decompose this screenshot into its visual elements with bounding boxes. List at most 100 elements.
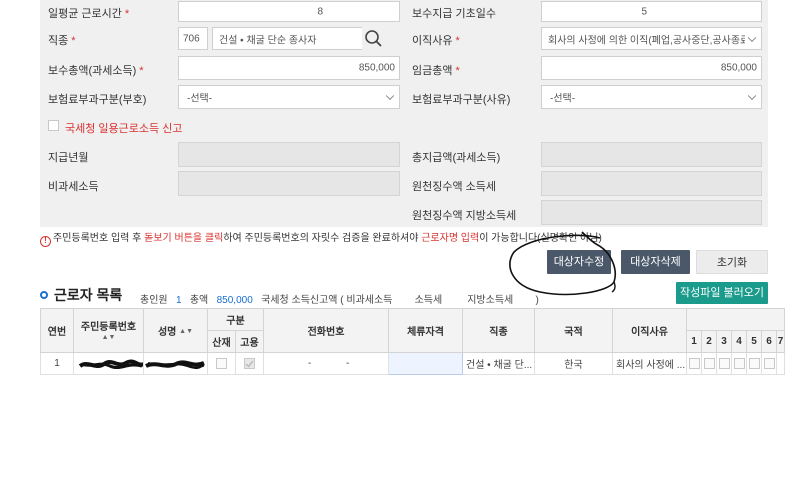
form-row-insurance: 보험료부과구분(부호) -선택- 보험료부과구분(사유) -선택- [40,82,768,111]
insurance-charge-reason-label: 보험료부과구분(사유) [412,94,511,106]
total-payment-label: 총지급액(과세소득) [412,152,501,164]
day-checkbox[interactable] [748,357,760,369]
day-checkbox[interactable] [763,357,775,369]
job-search-button[interactable] [362,27,386,50]
cell-day [761,352,777,375]
col-header-rrn[interactable]: 주민등록번호▲▼ [73,308,144,353]
delete-target-button[interactable]: 대상자삭제 [621,250,690,274]
form-row-job: 직종 * 706 건설 • 채굴 단순 종사자 이직사유 * 회사의 사정에 의한 … [40,24,768,53]
job-name-input[interactable]: 건설 • 채굴 단순 종사자 [212,27,362,50]
total-wage-input[interactable]: 850,000 [541,56,762,80]
col-header-job: 직종 [462,308,535,353]
total-wage-label: 임금총액 * [412,65,460,77]
job-type-label: 직종 * [48,35,76,47]
leave-reason-label: 이직사유 * [412,35,460,47]
col-header-category: 구분 [207,308,264,331]
load-file-button[interactable]: 작성파일 불러오기 [676,282,768,304]
cell-no: 1 [40,352,74,375]
total-payment-input[interactable] [541,142,762,167]
col-header-day: 6 [761,330,777,353]
cell-leave-reason: 회사의 사정에 ... [612,352,687,375]
worker-table: 연번 주민등록번호▲▼ 성명 ▲▼ 구분 전화번호 체류자격 직종 국적 이직사… [40,308,785,375]
pay-base-days-label: 보수지급 기초일수 [412,8,497,20]
sort-icon: ▲▼ [101,333,116,341]
cell-name-redacted[interactable] [143,352,208,375]
form-row-nontaxable: 비과세소득 원천징수액 소득세 [40,169,768,198]
chevron-down-icon [747,33,757,42]
phone-separator: - [308,358,312,369]
cell-accident [207,352,236,375]
nts-report-label: 국세청 일용근로소득 신고 [65,123,183,135]
pay-month-input[interactable] [178,142,400,167]
col-header-phone: 전화번호 [263,308,389,353]
insurance-charge-type-label: 보험료부과구분(부호) [48,94,147,106]
day-checkbox[interactable] [718,357,730,369]
warning-icon: ! [40,236,51,247]
search-icon [365,30,382,47]
cell-day [746,352,762,375]
col-header-residence: 체류자격 [388,308,463,353]
employment-checkbox[interactable] [244,357,255,369]
bullet-icon [40,291,48,299]
cell-employment [235,352,264,375]
day-checkbox[interactable] [703,357,715,369]
col-header-day: 1 [686,330,702,353]
job-code-input[interactable]: 706 [178,27,208,50]
withholding-local-tax-input[interactable] [541,200,762,225]
cell-phone[interactable]: -- [263,352,389,375]
cell-day [716,352,732,375]
redaction-scribble [78,359,143,370]
pay-month-label: 지급년월 [48,152,89,164]
col-header-day: 2 [701,330,717,353]
insurance-charge-reason-select[interactable]: -선택- [541,85,762,109]
col-header-day: 4 [731,330,747,353]
rrn-verification-notice: ! 주민등록번호 입력 후 돋보기 버튼을 클릭하여 주민등록번호의 자릿수 검증… [40,229,602,247]
daily-hours-input[interactable]: 8 [178,1,400,22]
form-row-pay-month: 지급년월 총지급액(과세소득) [40,140,768,169]
withholding-income-tax-label: 원천징수액 소득세 [412,181,497,193]
col-header-employment: 고용 [235,330,264,353]
check-icon [245,360,254,368]
col-header-day: 7 [776,330,785,353]
cell-rrn-redacted[interactable] [73,352,144,375]
day-checkbox[interactable] [688,357,700,369]
cell-day [776,352,785,375]
form-row-pay: 보수총액(과세소득) * 850,000 임금총액 * 850,000 [40,53,768,82]
worker-list-title: 근로자 목록 [40,285,122,305]
insurance-charge-type-select[interactable]: -선택- [178,85,400,109]
total-pay-input[interactable]: 850,000 [178,56,400,80]
col-header-no: 연번 [40,308,74,353]
col-header-accident: 산재 [207,330,236,353]
chevron-down-icon [747,91,757,101]
phone-separator: - [346,358,350,369]
accident-checkbox[interactable] [216,357,227,369]
cell-day [701,352,717,375]
col-header-name[interactable]: 성명 ▲▼ [143,308,208,353]
nontaxable-label: 비과세소득 [48,181,99,193]
edit-target-button[interactable]: 대상자수정 [547,250,611,274]
col-header-leave-reason: 이직사유 [612,308,687,353]
withholding-income-tax-input[interactable] [541,171,762,196]
leave-reason-select[interactable]: 회사의 사정에 의한 이직(폐업,공사중단,공사종료 [541,27,762,50]
list-summary: 총인원 1 총액 850,000 국세청 소득신고액 ( 비과세소득 소득세 지… [140,295,539,306]
form-row-local-tax: 원천징수액 지방소득세 [40,198,768,227]
col-header-days-group [686,308,785,331]
withholding-local-tax-label: 원천징수액 지방소득세 [412,210,517,222]
daily-hours-label: 일평균 근로시간 * [48,8,130,20]
reset-button[interactable]: 초기화 [696,250,768,274]
day-checkbox[interactable] [733,357,745,369]
form-row-hours: 일평균 근로시간 * 8 보수지급 기초일수 5 [40,0,768,24]
nts-report-checkbox[interactable] [48,120,59,131]
total-pay-label: 보수총액(과세소득) * [48,65,144,77]
sort-icon: ▲▼ [179,328,194,335]
col-header-day: 5 [746,330,762,353]
col-header-nationality: 국적 [534,308,613,353]
cell-residence[interactable] [388,352,463,375]
pay-base-days-input[interactable]: 5 [541,1,762,22]
cell-day [686,352,702,375]
cell-job: 건설 • 채굴 단... [462,352,535,375]
table-row[interactable]: 1 -- 건설 • 채굴 단... 한국 회사의 사정에 ... [40,352,785,375]
cell-nationality: 한국 [534,352,613,375]
nontaxable-input[interactable] [178,171,400,196]
redaction-scribble [145,360,205,370]
